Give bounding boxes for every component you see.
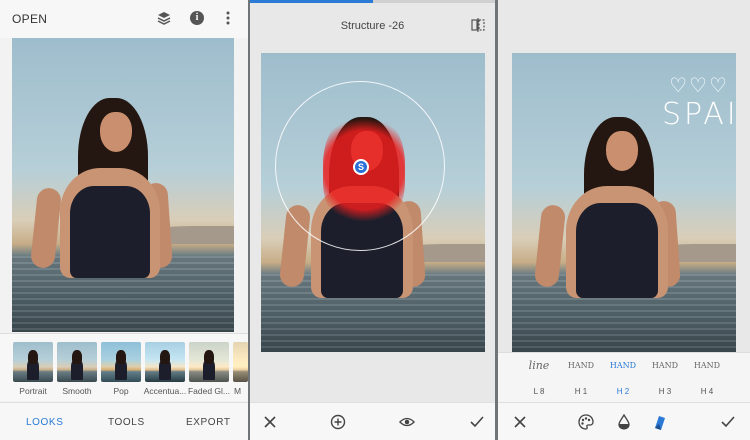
photo-preview[interactable]: S <box>261 53 485 352</box>
hearts-text: ♡♡♡ <box>669 73 729 97</box>
more-menu-icon[interactable] <box>219 9 237 27</box>
style-preview: HAND <box>609 361 637 370</box>
text-overlay[interactable]: ♡♡♡ SPAIN <box>662 73 736 132</box>
style-preview: E <box>498 357 514 387</box>
looks-strip: Portrait Smooth Pop Accentua... Faded Gl… <box>0 333 248 401</box>
add-point-icon[interactable] <box>330 414 346 430</box>
look-thumb-smooth[interactable] <box>57 342 97 382</box>
style-preview: line <box>528 359 550 372</box>
bottom-toolbar <box>250 402 495 440</box>
info-icon[interactable]: i <box>188 9 206 27</box>
look-label: M <box>234 386 242 396</box>
confirm-check-icon[interactable] <box>469 414 485 430</box>
spain-text: SPAIN <box>662 97 736 132</box>
top-bar: OPEN i <box>0 0 248 38</box>
style-label: H 4 <box>700 387 714 396</box>
style-item-h3[interactable]: HAND H 3 <box>646 357 684 401</box>
look-label: Pop <box>113 386 129 396</box>
screen-looks: OPEN i Portrait Smooth Pop Accentua... F… <box>0 0 248 440</box>
adjustment-title: Structure -26 <box>340 20 405 32</box>
style-label: H 3 <box>658 387 672 396</box>
opacity-drop-icon[interactable] <box>616 414 632 430</box>
style-item-h4[interactable]: HAND H 4 <box>688 357 726 401</box>
look-thumb-accentuate[interactable] <box>145 342 185 382</box>
style-preview: HAND <box>567 361 595 370</box>
screen-text: ♡♡♡ SPAIN E line L 8 HAND H 1 HAND H 2 H… <box>498 0 750 440</box>
look-label: Faded Gl... <box>187 386 231 396</box>
style-icon[interactable] <box>652 414 668 430</box>
bottom-toolbar <box>498 402 750 440</box>
compare-icon[interactable] <box>471 18 485 32</box>
palette-icon[interactable] <box>578 414 594 430</box>
style-item[interactable]: E <box>498 357 514 401</box>
close-icon[interactable] <box>512 414 528 430</box>
look-thumb-pop[interactable] <box>101 342 141 382</box>
look-label: Smooth <box>62 386 92 396</box>
confirm-check-icon[interactable] <box>720 414 736 430</box>
style-preview: HAND <box>693 361 721 370</box>
style-label: L 8 <box>533 387 545 396</box>
photo-preview[interactable]: ♡♡♡ SPAIN <box>512 53 736 352</box>
style-item-h1[interactable]: HAND H 1 <box>562 357 600 401</box>
style-preview: HAND <box>651 361 679 370</box>
look-thumb-faded-glow[interactable] <box>189 342 229 382</box>
bottom-nav: LOOKS TOOLS EXPORT <box>0 402 248 440</box>
open-button[interactable]: OPEN <box>12 12 47 26</box>
style-label: H 2 <box>616 387 630 396</box>
style-label: H 1 <box>574 387 588 396</box>
close-icon[interactable] <box>262 414 278 430</box>
look-thumb-partial[interactable] <box>233 342 248 382</box>
text-style-strip: E line L 8 HAND H 1 HAND H 2 HAND H 3 HA… <box>498 352 750 402</box>
control-point-pin[interactable]: S <box>353 159 369 175</box>
tab-looks[interactable]: LOOKS <box>26 417 63 428</box>
slider-fill <box>250 0 373 3</box>
value-slider[interactable] <box>250 0 495 3</box>
tab-tools[interactable]: TOOLS <box>108 417 145 428</box>
look-label: Portrait <box>19 386 47 396</box>
style-preview <box>730 357 750 387</box>
photo-preview[interactable] <box>12 38 234 332</box>
screen-structure: Structure -26 S <box>250 0 495 440</box>
style-item-partial[interactable] <box>730 357 750 401</box>
style-item-l8[interactable]: line L 8 <box>520 357 558 401</box>
look-thumb-portrait[interactable] <box>13 342 53 382</box>
eye-icon[interactable] <box>399 414 415 430</box>
layers-undo-icon[interactable] <box>155 9 173 27</box>
look-label: Accentua... <box>143 386 187 396</box>
tab-export[interactable]: EXPORT <box>186 417 231 428</box>
style-item-h2[interactable]: HAND H 2 <box>604 357 642 401</box>
